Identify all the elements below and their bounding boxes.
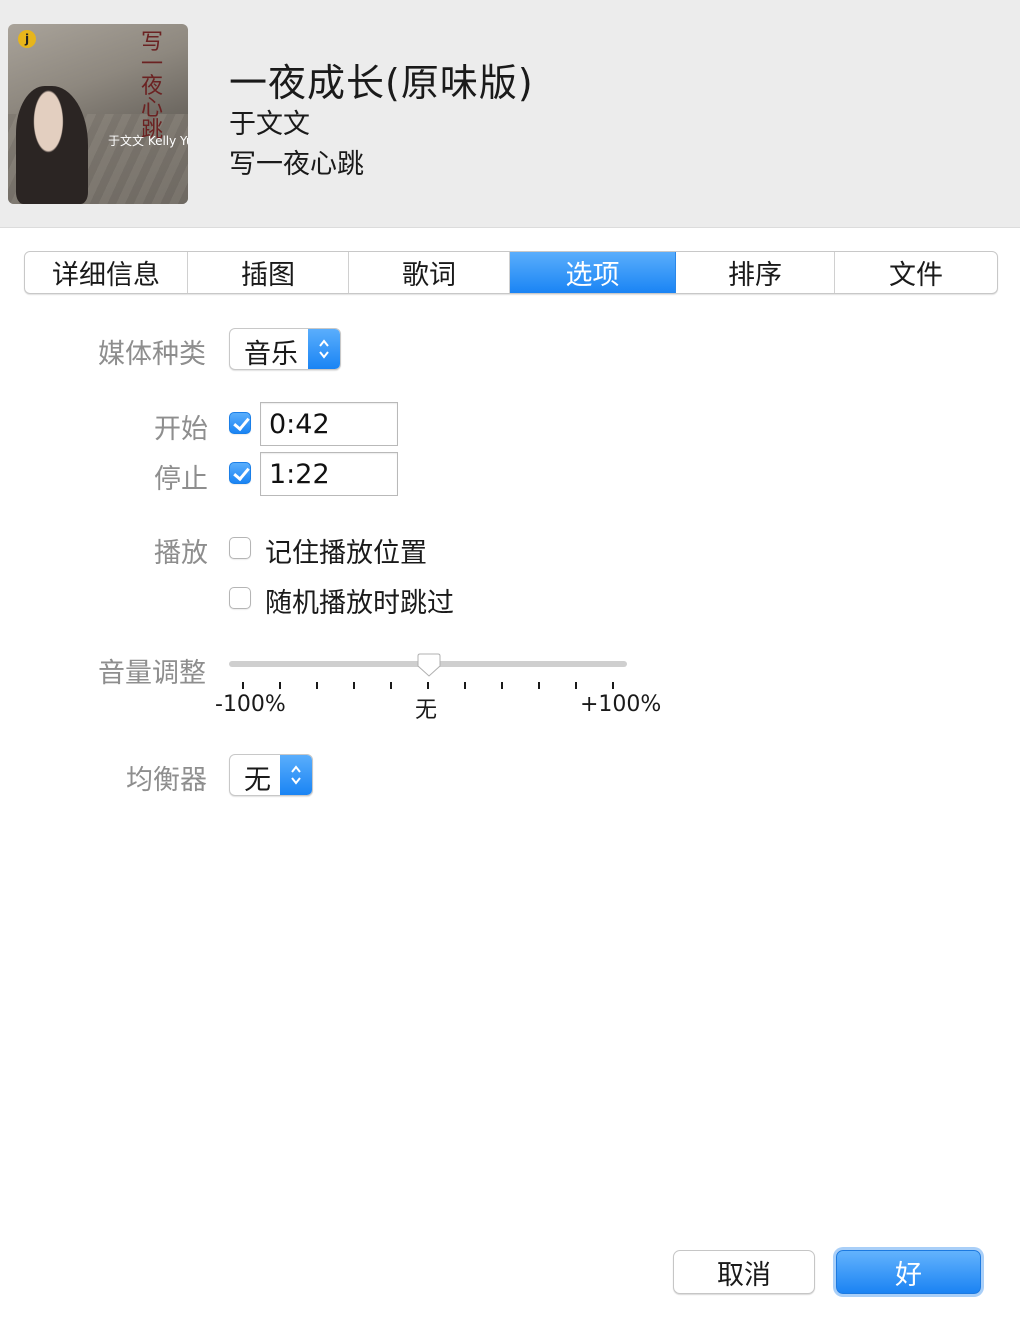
- skip-shuffle-label[interactable]: 随机播放时跳过: [265, 581, 454, 620]
- start-time-field[interactable]: 0:42: [260, 402, 398, 446]
- header: j 写一夜心跳 于文文 Kelly Yu 一夜成长(原味版) 于文文 写一夜心跳: [0, 0, 1020, 228]
- slider-tick: [612, 682, 614, 689]
- equalizer-label: 均衡器: [126, 765, 207, 796]
- volume-max-label: +100%: [580, 692, 662, 717]
- artwork-title: 写一夜心跳: [140, 30, 163, 143]
- stop-time-field[interactable]: 1:22: [260, 452, 398, 496]
- slider-tick: [575, 682, 577, 689]
- slider-tick: [501, 682, 503, 689]
- playback-label: 播放: [154, 538, 208, 569]
- track-album: 写一夜心跳: [229, 149, 364, 180]
- volume-adjust-label: 音量调整: [98, 658, 206, 689]
- slider-tick: [538, 682, 540, 689]
- popup-arrows-icon: [308, 329, 340, 369]
- tab-sorting[interactable]: 排序: [676, 252, 835, 293]
- start-time-value: 0:42: [269, 409, 330, 440]
- track-artist: 于文文: [229, 109, 310, 140]
- skip-shuffle-checkbox[interactable]: [229, 587, 251, 609]
- slider-tick: [464, 682, 466, 689]
- track-title: 一夜成长(原味版): [229, 61, 534, 105]
- equalizer-popup[interactable]: 无: [229, 754, 313, 796]
- start-label: 开始: [154, 414, 208, 445]
- cancel-button[interactable]: 取消: [673, 1250, 815, 1294]
- volume-mid-label: 无: [415, 698, 438, 723]
- slider-tick: [427, 682, 429, 689]
- slider-tick: [353, 682, 355, 689]
- stop-checkbox[interactable]: [229, 462, 251, 484]
- slider-tick: [279, 682, 281, 689]
- artwork-logo: j: [18, 30, 36, 48]
- start-checkbox[interactable]: [229, 412, 251, 434]
- stop-label: 停止: [154, 464, 208, 495]
- equalizer-value: 无: [244, 765, 271, 796]
- remember-position-checkbox[interactable]: [229, 537, 251, 559]
- volume-slider-thumb[interactable]: [417, 652, 441, 678]
- artwork-figure: [16, 86, 88, 204]
- slider-tick: [242, 682, 244, 689]
- slider-tick: [390, 682, 392, 689]
- tab-bar: 详细信息 插图 歌词 选项 排序 文件: [24, 251, 998, 294]
- volume-min-label: -100%: [215, 692, 286, 717]
- media-kind-label: 媒体种类: [98, 339, 206, 370]
- ok-button[interactable]: 好: [836, 1250, 981, 1294]
- tab-artwork[interactable]: 插图: [188, 252, 349, 293]
- media-kind-popup[interactable]: 音乐: [229, 328, 341, 370]
- popup-arrows-icon: [280, 755, 312, 795]
- album-artwork[interactable]: j 写一夜心跳 于文文 Kelly Yu: [8, 24, 188, 204]
- stop-time-value: 1:22: [269, 459, 330, 490]
- tab-lyrics[interactable]: 歌词: [349, 252, 510, 293]
- remember-position-label[interactable]: 记住播放位置: [265, 531, 427, 570]
- artwork-subtitle: 于文文 Kelly Yu: [108, 134, 188, 148]
- slider-tick: [316, 682, 318, 689]
- media-kind-value: 音乐: [244, 339, 298, 370]
- tab-options[interactable]: 选项: [510, 252, 676, 293]
- tab-details[interactable]: 详细信息: [25, 252, 188, 293]
- tab-file[interactable]: 文件: [835, 252, 997, 293]
